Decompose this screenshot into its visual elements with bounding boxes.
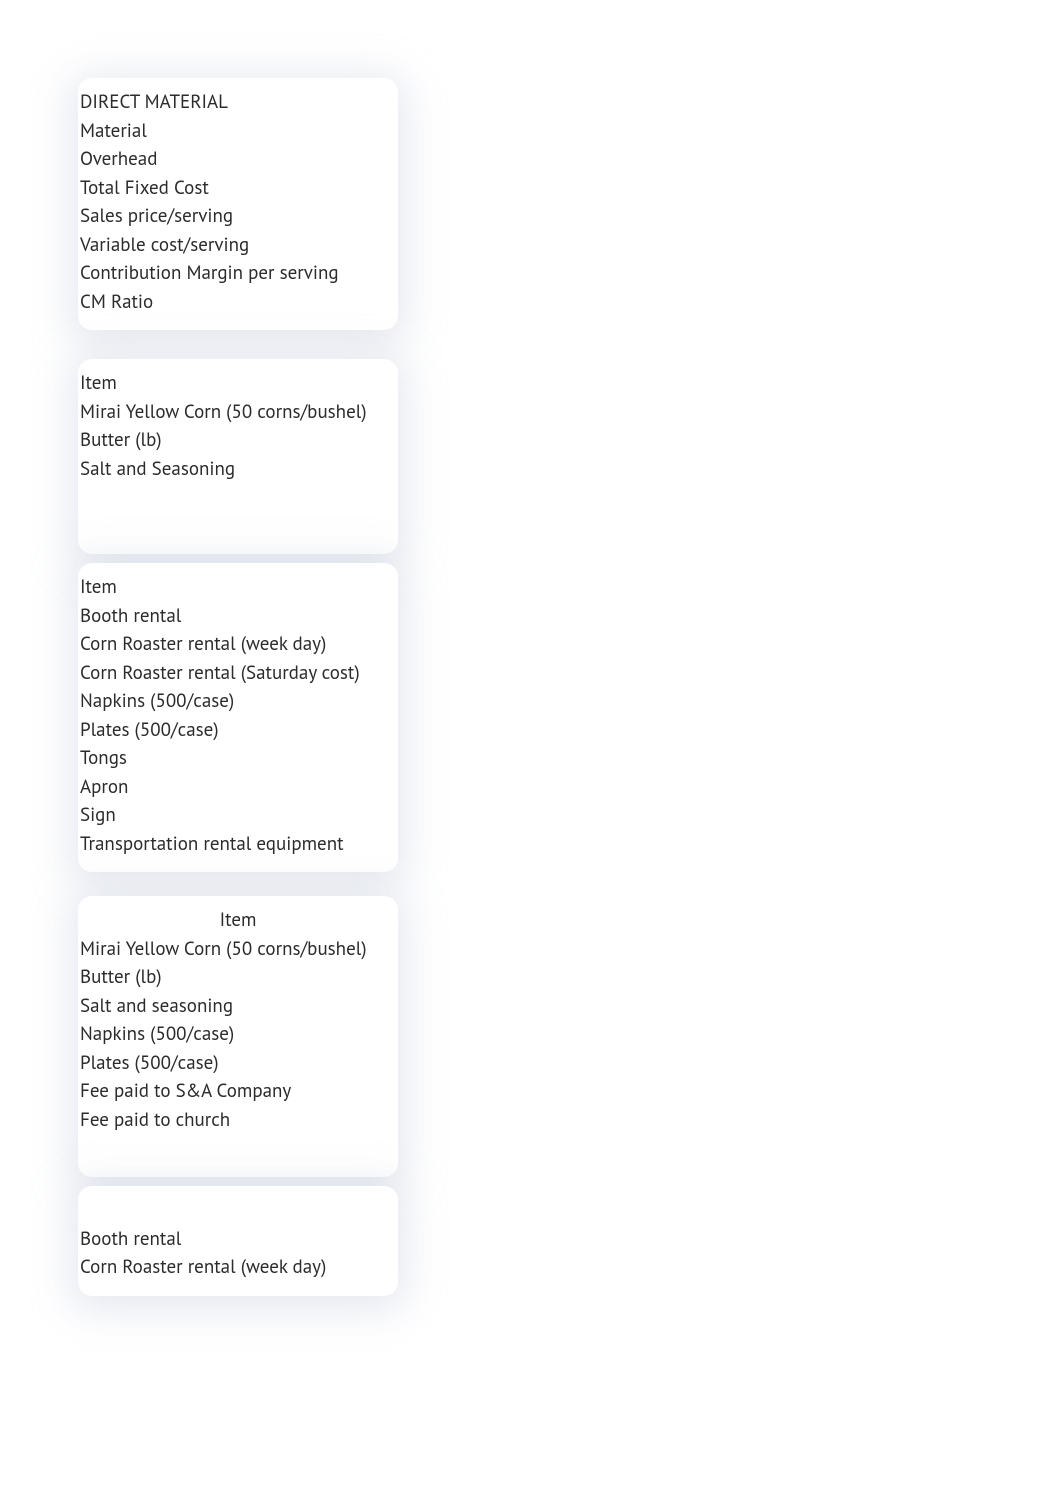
list-item: Sales price/serving — [78, 202, 398, 231]
list-item: Napkins (500/case) — [78, 1020, 398, 1049]
list-item: DIRECT MATERIAL — [78, 88, 398, 117]
rental-block: Booth rental Corn Roaster rental (week d… — [78, 1186, 398, 1296]
list-item: Mirai Yellow Corn (50 corns/bushel) — [78, 935, 398, 964]
list-item: Corn Roaster rental (Saturday cost) — [78, 659, 398, 688]
list-item: Corn Roaster rental (week day) — [78, 630, 398, 659]
list-item: Fee paid to church — [78, 1106, 398, 1135]
list-item: Apron — [78, 773, 398, 802]
list-item: Salt and Seasoning — [78, 455, 398, 484]
list-item: Overhead — [78, 145, 398, 174]
list-item: Sign — [78, 801, 398, 830]
fees-block: Item Mirai Yellow Corn (50 corns/bushel)… — [78, 896, 398, 1177]
list-item: Transportation rental equipment — [78, 830, 398, 859]
list-item: Napkins (500/case) — [78, 687, 398, 716]
list-header: Item — [78, 573, 398, 602]
list-header: Item — [78, 906, 398, 935]
list-item: Booth rental — [78, 602, 398, 631]
overhead-block: Item Booth rental Corn Roaster rental (w… — [78, 563, 398, 872]
list-item: Butter (lb) — [78, 963, 398, 992]
list-item-empty — [78, 512, 398, 541]
list-item-empty — [78, 1196, 398, 1225]
list-item: Butter (lb) — [78, 426, 398, 455]
list-item: Booth rental — [78, 1225, 398, 1254]
list-item: Corn Roaster rental (week day) — [78, 1253, 398, 1282]
list-item: CM Ratio — [78, 288, 398, 317]
list-item-empty — [78, 1134, 398, 1163]
list-item-empty — [78, 483, 398, 512]
list-item: Mirai Yellow Corn (50 corns/bushel) — [78, 398, 398, 427]
list-item: Total Fixed Cost — [78, 174, 398, 203]
list-item: Plates (500/case) — [78, 1049, 398, 1078]
summary-block: DIRECT MATERIAL Material Overhead Total … — [78, 78, 398, 330]
list-item: Variable cost/serving — [78, 231, 398, 260]
list-header: Item — [78, 369, 398, 398]
list-item: Material — [78, 117, 398, 146]
materials-block: Item Mirai Yellow Corn (50 corns/bushel)… — [78, 359, 398, 554]
list-item: Tongs — [78, 744, 398, 773]
list-item: Fee paid to S&A Company — [78, 1077, 398, 1106]
list-item: Salt and seasoning — [78, 992, 398, 1021]
list-item: Contribution Margin per serving — [78, 259, 398, 288]
list-item: Plates (500/case) — [78, 716, 398, 745]
